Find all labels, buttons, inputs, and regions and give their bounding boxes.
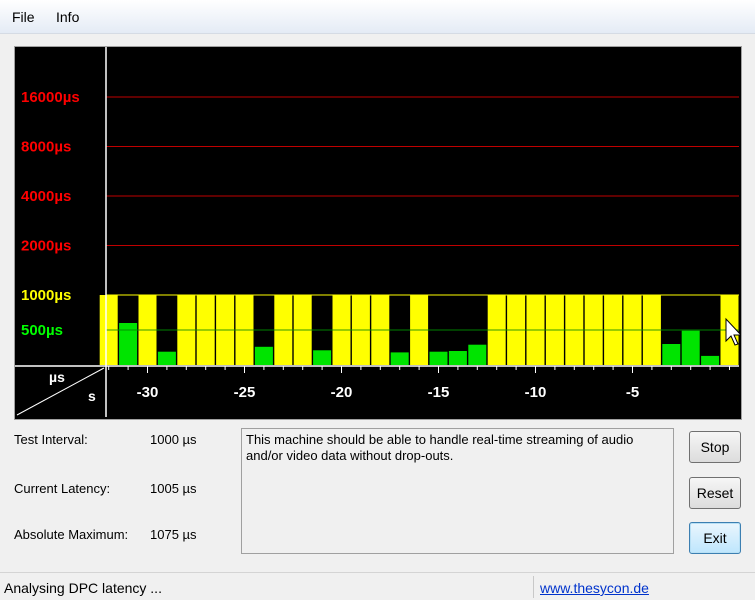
latency-bar (429, 351, 448, 365)
latency-bar (313, 350, 332, 365)
latency-bar (701, 355, 720, 365)
menu-info[interactable]: Info (56, 9, 79, 25)
y-axis-label: 500µs (21, 322, 63, 339)
latency-bar (468, 344, 487, 365)
latency-bar (448, 351, 467, 365)
test-interval-label: Test Interval: (14, 432, 88, 447)
stop-button[interactable]: Stop (689, 431, 741, 463)
latency-bar (254, 346, 273, 365)
menu-bar: File Info (0, 0, 755, 34)
status-text: Analysing DPC latency ... (4, 580, 162, 596)
y-axis-label: 16000µs (21, 89, 80, 106)
status-divider (533, 576, 534, 598)
y-axis-label: 8000µs (21, 139, 71, 156)
x-tick-label: -15 (428, 384, 450, 401)
website-link[interactable]: www.thesycon.de (540, 580, 649, 596)
x-tick-label: -10 (525, 384, 547, 401)
y-axis-label: 2000µs (21, 238, 71, 255)
x-unit-label: s (88, 388, 96, 404)
exit-button[interactable]: Exit (689, 522, 741, 554)
x-tick-label: -5 (626, 384, 639, 401)
status-message-box: This machine should be able to handle re… (241, 428, 674, 554)
y-axis-label: 4000µs (21, 188, 71, 205)
latency-bar (119, 323, 138, 365)
menu-file[interactable]: File (12, 9, 35, 25)
test-interval-value: 1000 µs (150, 432, 197, 447)
y-axis-label: 1000µs (21, 287, 71, 304)
latency-chart: 16000µs 8000µs 4000µs 2000µs 1000µs 500µs µs s -… (15, 47, 741, 419)
latency-bar (681, 330, 700, 365)
latency-bar (662, 344, 681, 365)
status-bar: Analysing DPC latency ... www.thesycon.d… (0, 572, 755, 600)
x-tick-label: -25 (234, 384, 256, 401)
reset-button[interactable]: Reset (689, 477, 741, 509)
current-latency-value: 1005 µs (150, 481, 197, 496)
x-tick-label: -20 (331, 384, 353, 401)
absolute-maximum-label: Absolute Maximum: (14, 527, 129, 542)
y-unit-label: µs (49, 369, 65, 385)
current-latency-label: Current Latency: (14, 481, 111, 496)
absolute-maximum-value: 1075 µs (150, 527, 197, 542)
latency-chart-frame: 16000µs 8000µs 4000µs 2000µs 1000µs 500µs µs s -… (14, 46, 742, 420)
x-tick-label: -30 (137, 384, 159, 401)
latency-bar (390, 352, 409, 365)
latency-bar (157, 351, 176, 365)
